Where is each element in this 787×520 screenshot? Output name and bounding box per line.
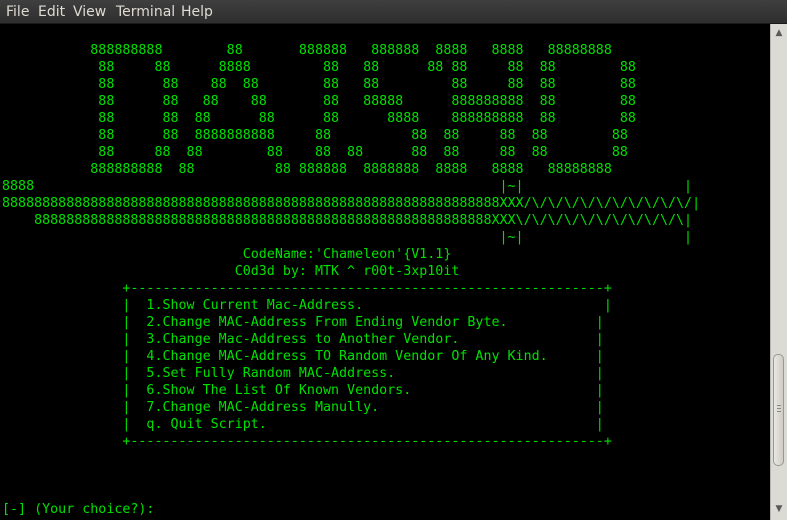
banner-line: 88 88 88 88 88 8888 888888888 88 88	[2, 111, 636, 126]
banner-line: 888888888 88 888888 888888 8888 8888 888…	[2, 43, 612, 58]
scroll-up-arrow-icon[interactable]: ▲	[771, 26, 787, 40]
menu-file[interactable]: File	[6, 3, 29, 21]
menu-bar: File Edit View Terminal Help	[0, 0, 787, 24]
author-line: C0d3d by: MTK ^ r00t-3xp10it	[2, 264, 460, 279]
menu-option: | 6.Show The List Of Known Vendors. |	[2, 383, 604, 398]
menu-border: +---------------------------------------…	[2, 281, 612, 296]
banner-line: 88 88 8888888888 88 88 88 88 88 88	[2, 128, 628, 143]
art-line: 8888888888888888888888888888888888888888…	[2, 213, 693, 228]
menu-option: | 2.Change MAC-Address From Ending Vendo…	[2, 315, 604, 330]
art-line: |~| |	[2, 230, 693, 245]
menu-view[interactable]: View	[73, 3, 106, 21]
menu-option: | q. Quit Script. |	[2, 417, 604, 432]
scroll-down-arrow-icon[interactable]: ▼	[771, 502, 787, 516]
codename-line: CodeName:'Chameleon'{V1.1}	[2, 247, 452, 262]
banner-line: 88 88 8888 88 88 88 88 88 88 88	[2, 60, 636, 75]
menu-option: | 7.Change MAC-Address Manully. |	[2, 400, 604, 415]
banner-line: 88 88 88 88 88 88 88 88 88 88 88	[2, 145, 628, 160]
menu-option: | 3.Change Mac-Address to Another Vendor…	[2, 332, 604, 347]
art-line: 8888888888888888888888888888888888888888…	[2, 196, 701, 211]
scrollbar-thumb[interactable]	[773, 354, 784, 466]
banner-line: 888888888 88 88 888888 8888888 8888 8888…	[2, 162, 612, 177]
menu-option: | 5.Set Fully Random MAC-Address. |	[2, 366, 604, 381]
menu-option: | 1.Show Current Mac-Address. |	[2, 298, 612, 313]
grip-line	[777, 411, 781, 412]
menu-help[interactable]: Help	[181, 3, 213, 21]
menu-option: | 4.Change MAC-Address TO Random Vendor …	[2, 349, 604, 364]
grip-line	[777, 408, 781, 409]
menu-border: +---------------------------------------…	[2, 434, 612, 449]
art-line: 8888 |~| |	[2, 179, 693, 194]
prompt-line[interactable]: [-] (Your choice?):	[2, 501, 154, 518]
menu-edit[interactable]: Edit	[38, 3, 65, 21]
vertical-scrollbar[interactable]: ▲ ▼	[770, 24, 787, 520]
terminal-output[interactable]: 888888888 88 888888 888888 8888 8888 888…	[0, 24, 770, 520]
banner-line: 88 88 88 88 88 88 88 88 88 88	[2, 77, 636, 92]
banner-line: 88 88 88 88 88 88888 888888888 88 88	[2, 94, 636, 109]
menu-terminal[interactable]: Terminal	[116, 3, 175, 21]
grip-line	[777, 405, 781, 406]
